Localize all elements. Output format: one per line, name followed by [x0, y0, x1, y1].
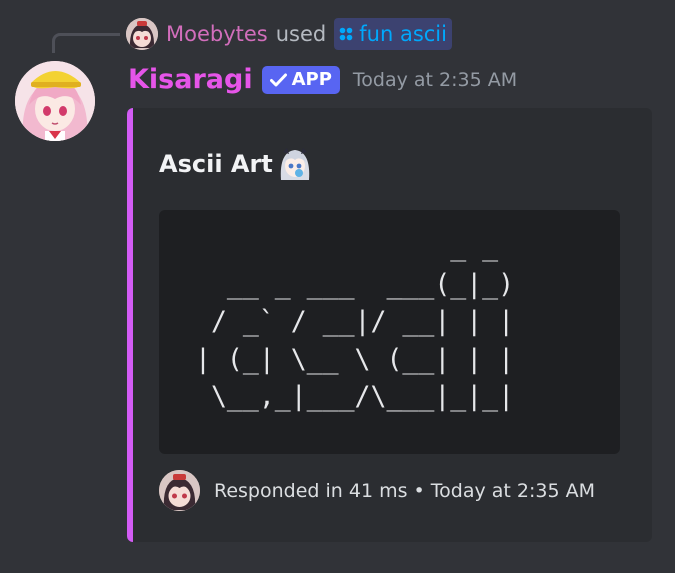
command-mention[interactable]: fun ascii: [334, 18, 452, 50]
message-header: Kisaragi APP Today at 2:35 AM: [128, 64, 517, 95]
embed-footer: Responded in 41 ms • Today at 2:35 AM: [159, 470, 595, 511]
bot-username[interactable]: Kisaragi: [128, 64, 253, 95]
slash-command-icon: [339, 27, 353, 41]
embed-card: Ascii Art _ _ __ _ ___ ___(_|_) / _` / _…: [127, 108, 652, 542]
anime-avatar-icon: [159, 470, 200, 511]
reply-connector-line: [52, 33, 120, 53]
app-badge-label: APP: [291, 69, 332, 90]
anime-girl-emoji-icon: [277, 146, 313, 182]
anime-avatar-icon: [15, 61, 95, 141]
reply-used-text: used: [275, 22, 327, 46]
ascii-art-text: _ _ __ _ ___ ___(_|_) / _` / __|/ __| | …: [195, 231, 515, 412]
message-timestamp[interactable]: Today at 2:35 AM: [353, 69, 517, 91]
footer-avatar: [159, 470, 200, 511]
reply-username[interactable]: Moebytes: [166, 22, 268, 46]
embed-title: Ascii Art: [159, 146, 313, 182]
footer-text: Responded in 41 ms • Today at 2:35 AM: [214, 479, 596, 502]
command-name: fun ascii: [359, 22, 447, 46]
reply-avatar[interactable]: [126, 18, 158, 50]
bot-avatar[interactable]: [15, 61, 95, 141]
checkmark-icon: [269, 73, 287, 86]
reply-context: Moebytes used fun ascii: [126, 17, 452, 51]
embed-title-text: Ascii Art: [159, 150, 273, 178]
anime-avatar-icon: [126, 18, 158, 50]
ascii-code-block: _ _ __ _ ___ ___(_|_) / _` / __|/ __| | …: [159, 210, 620, 454]
app-badge: APP: [261, 65, 340, 94]
